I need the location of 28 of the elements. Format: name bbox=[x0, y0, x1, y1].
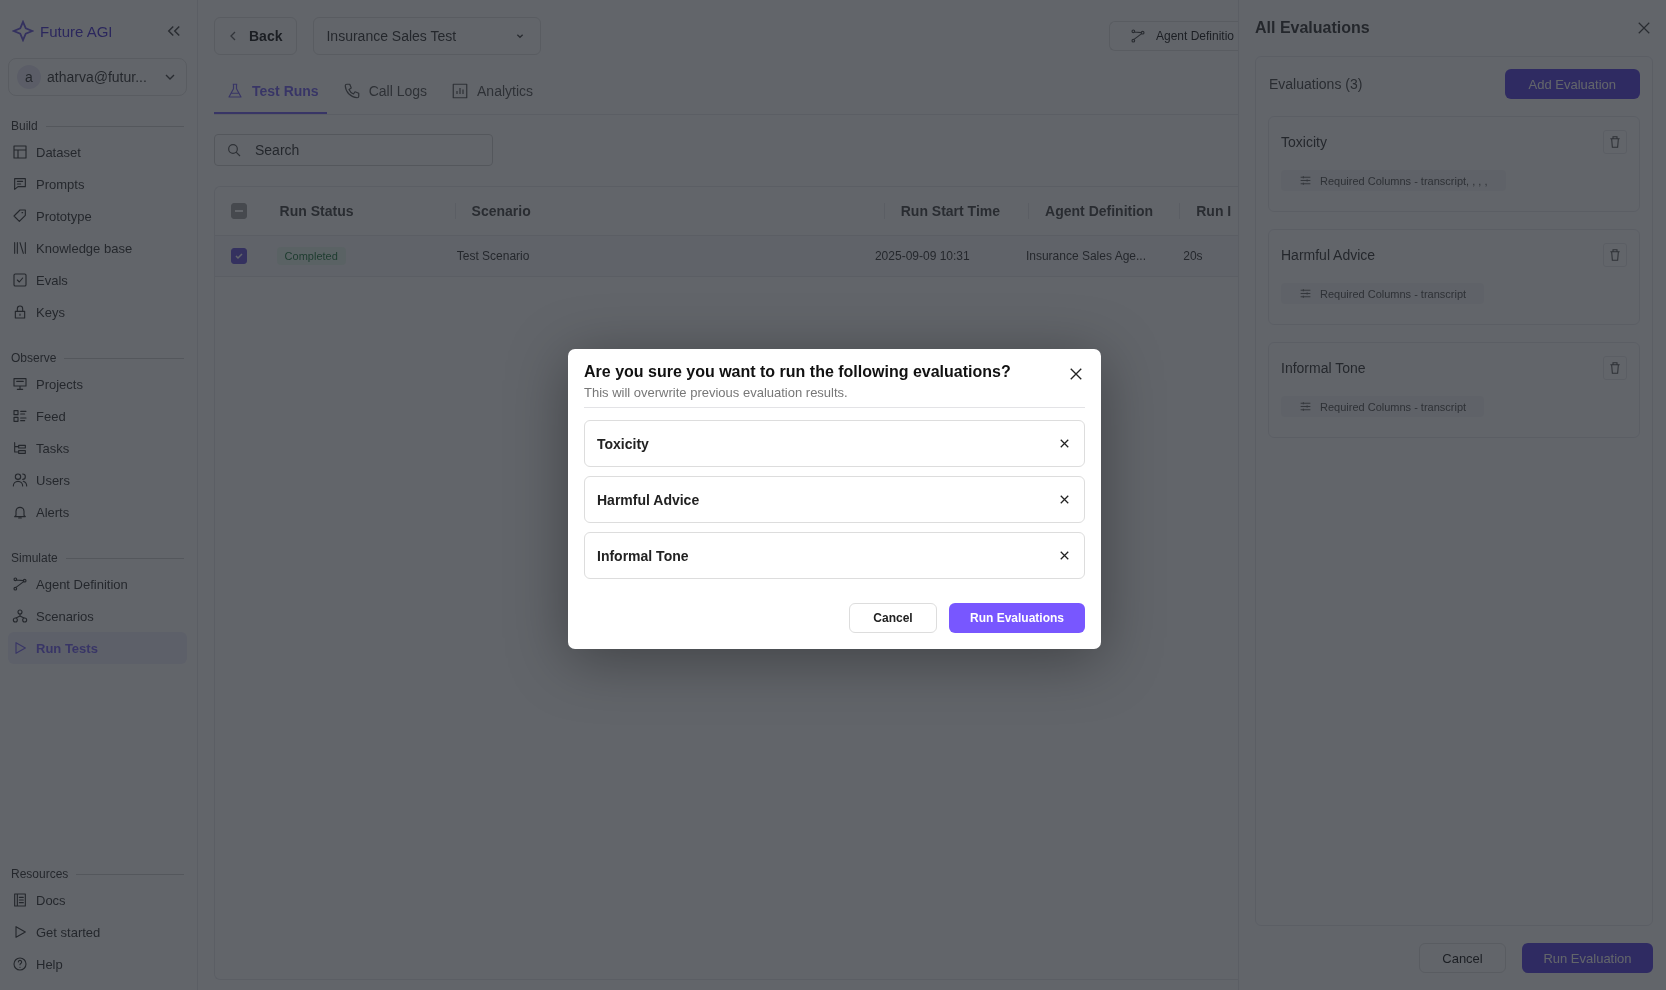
project-name: Insurance Sales Test bbox=[326, 28, 457, 44]
table-cell: Insurance Sales Age... bbox=[1025, 249, 1146, 263]
evaluation-name: Toxicity bbox=[597, 435, 649, 452]
table-cell: 2025-09-09 10:31 bbox=[874, 249, 970, 263]
evaluations-count: Evaluations (3) bbox=[1268, 76, 1363, 92]
column-header[interactable]: Run Start Time bbox=[900, 203, 1001, 219]
section-heading: Observe bbox=[11, 351, 57, 365]
section-heading: Build bbox=[11, 119, 38, 133]
evaluation-name: Harmful Advice bbox=[1281, 247, 1376, 263]
dialog-subtitle: This will overwrite previous evaluation results. bbox=[584, 385, 849, 400]
app-logo-text: Future AGI bbox=[40, 22, 113, 40]
cancel-button[interactable]: Cancel bbox=[849, 603, 937, 633]
user-email: atharva@futur... bbox=[47, 69, 148, 85]
column-header[interactable]: Agent Definition bbox=[1045, 203, 1154, 219]
dialog-title: Are you sure you want to run the following evaluations? bbox=[584, 363, 1011, 381]
section-heading: Resources bbox=[11, 867, 69, 881]
drawer-title: All Evaluations bbox=[1255, 19, 1370, 37]
column-header[interactable]: Scenario bbox=[471, 203, 531, 219]
table-cell: 20s bbox=[1183, 249, 1203, 263]
column-header[interactable]: Run I bbox=[1196, 203, 1232, 219]
table-cell: Test Scenario bbox=[456, 249, 530, 263]
evaluation-name: Informal Tone bbox=[597, 547, 689, 564]
evaluation-name: Informal Tone bbox=[1281, 360, 1366, 376]
column-header[interactable]: Run Status bbox=[279, 203, 354, 219]
section-heading: Simulate bbox=[11, 551, 58, 565]
evaluation-name: Toxicity bbox=[1281, 134, 1327, 150]
evaluation-name: Harmful Advice bbox=[597, 491, 700, 508]
run-evaluations-button[interactable]: Run Evaluations bbox=[949, 603, 1085, 633]
